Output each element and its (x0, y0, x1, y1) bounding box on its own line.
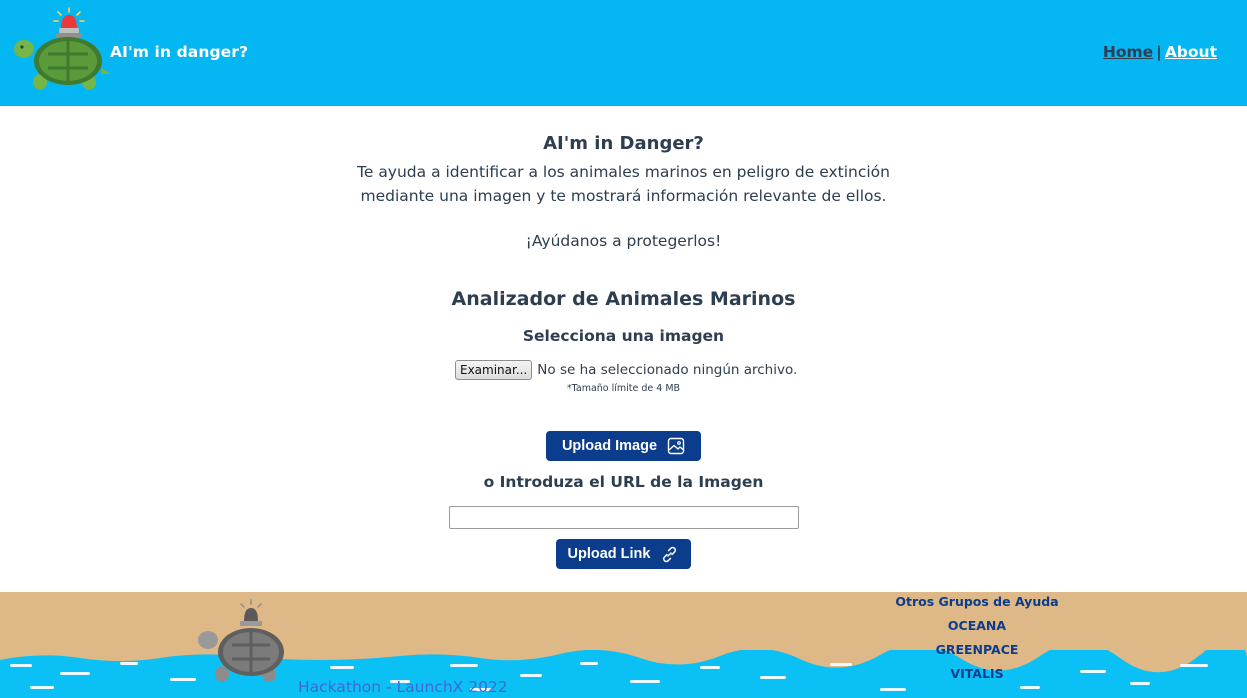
size-limit-note: *Tamaño límite de 4 MB (566, 383, 681, 394)
brand-title: AI'm in danger? (110, 43, 249, 61)
file-status: No se ha seleccionado ningún archivo. (537, 362, 798, 378)
upload-image-label: Upload Image (561, 438, 658, 454)
footer-credit: Hackathon - LaunchX 2022 (298, 678, 508, 696)
image-icon (667, 437, 685, 455)
description-line-2: mediante una imagen y te mostrará inform… (360, 187, 887, 205)
nav-about-link[interactable]: About (1165, 43, 1217, 61)
main-content: AI'm in Danger? Te ayuda a identificar a… (0, 106, 1247, 592)
gray-turtle-with-siren-icon (198, 599, 284, 682)
help-group-link-oceana[interactable]: OCEANA (877, 618, 1077, 642)
browse-file-button[interactable]: Examinar... (455, 360, 533, 380)
url-label: o Introduza el URL de la Imagen (483, 473, 764, 491)
upload-link-button[interactable]: Upload Link (556, 539, 691, 569)
file-picker: Examinar... No se ha seleccionado ningún… (455, 360, 797, 380)
upload-image-button[interactable]: Upload Image (546, 431, 701, 461)
page-description: Te ayuda a identificar a los animales ma… (0, 160, 1247, 208)
nav-separator: | (1156, 43, 1162, 61)
select-image-label: Selecciona una imagen (522, 327, 725, 345)
turtle-with-siren-icon (14, 7, 111, 90)
footer: Hackathon - LaunchX 2022 Otros Grupos de… (0, 592, 1247, 698)
image-url-input[interactable] (449, 506, 799, 529)
upload-link-label: Upload Link (567, 546, 651, 562)
nav-home-link[interactable]: Home (1103, 43, 1153, 61)
analyzer-title: Analizador de Animales Marinos (451, 288, 796, 310)
header: AI'm in danger? Home | About (0, 0, 1247, 106)
help-group-link-vitalis[interactable]: VITALIS (877, 666, 1077, 690)
top-nav: Home | About (1103, 43, 1217, 61)
description-line-1: Te ayuda a identificar a los animales ma… (357, 163, 890, 181)
help-group-link-greenpace[interactable]: GREENPACE (877, 642, 1077, 666)
link-icon (663, 546, 677, 562)
help-groups-title: Otros Grupos de Ayuda (895, 594, 1059, 609)
call-to-action: ¡Ayúdanos a protegerlos! (525, 232, 722, 250)
page-title: AI'm in Danger? (543, 133, 704, 154)
help-groups-list: Otros Grupos de Ayuda OCEANA GREENPACE V… (877, 594, 1077, 690)
